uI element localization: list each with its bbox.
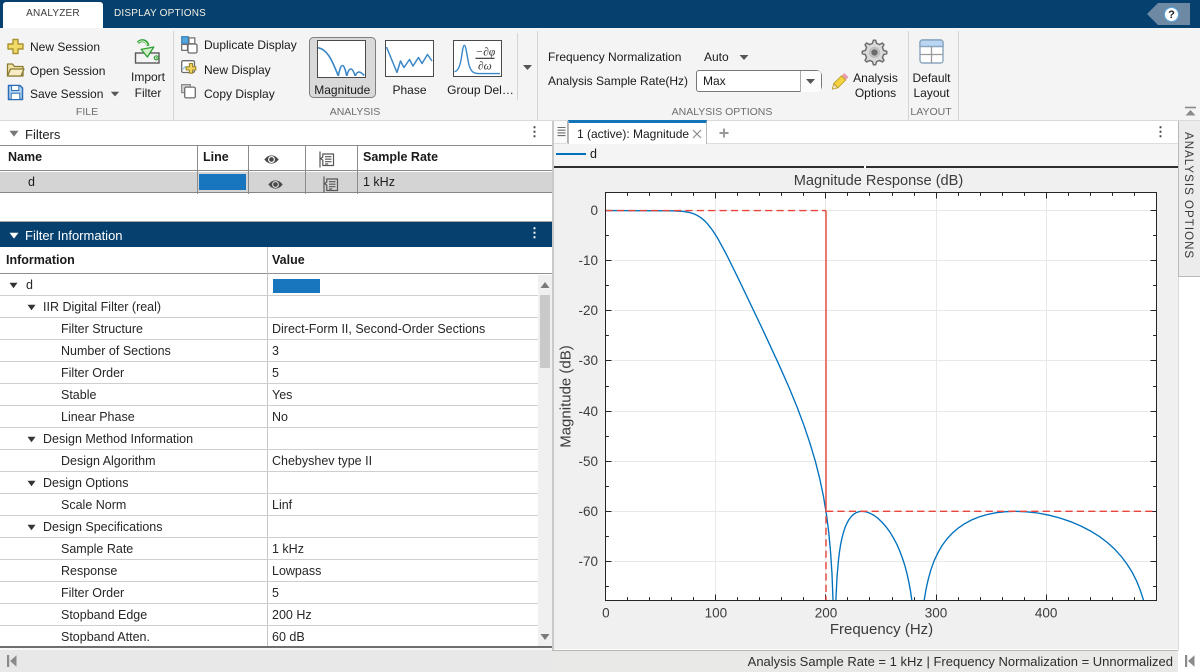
svg-text:Frequency (Hz): Frequency (Hz)	[830, 621, 933, 638]
svg-text:0: 0	[602, 606, 610, 621]
svg-text:-10: -10	[578, 253, 598, 268]
svg-text:Magnitude (dB): Magnitude (dB)	[558, 345, 575, 448]
svg-text:-70: -70	[578, 554, 598, 569]
svg-text:-60: -60	[578, 504, 598, 519]
svg-text:-50: -50	[578, 454, 598, 469]
svg-text:300: 300	[925, 606, 948, 621]
svg-text:-30: -30	[578, 353, 598, 368]
svg-text:-20: -20	[578, 303, 598, 318]
svg-text:100: 100	[705, 606, 728, 621]
svg-text:0: 0	[590, 203, 598, 218]
svg-text:Magnitude Response (dB): Magnitude Response (dB)	[794, 173, 964, 189]
svg-text:400: 400	[1035, 606, 1058, 621]
svg-text:-40: -40	[578, 404, 598, 419]
svg-text:200: 200	[815, 606, 838, 621]
